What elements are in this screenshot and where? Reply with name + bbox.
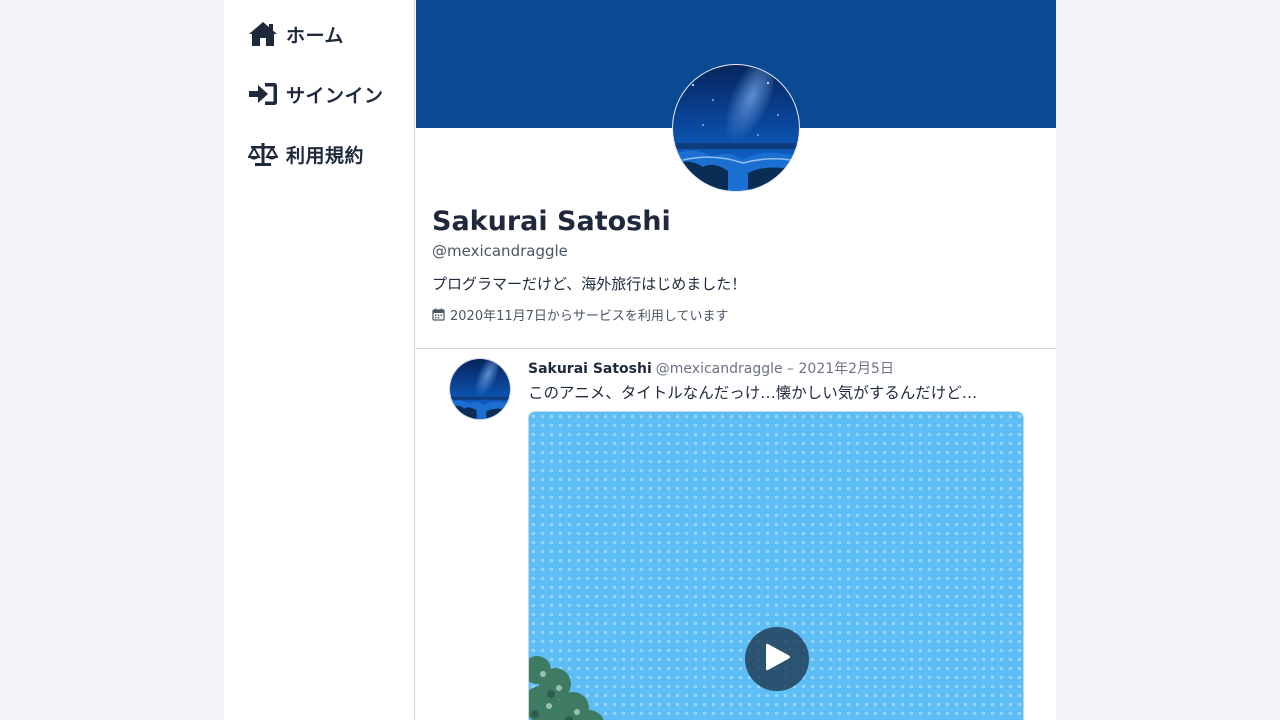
sidebar-item-label: サインイン bbox=[286, 84, 384, 107]
tweet-header: Sakurai Satoshi @mexicandraggle – 2021年2月… bbox=[528, 358, 894, 378]
tweet-avatar[interactable] bbox=[449, 358, 511, 420]
sidebar-item-label: ホーム bbox=[286, 24, 344, 47]
sidebar-item-label: 利用規約 bbox=[286, 144, 365, 167]
joined-text: 2020年11月7日からサービスを利用しています bbox=[450, 309, 729, 324]
home-icon bbox=[248, 20, 278, 48]
sidebar: ホーム サインイン 利用規約 bbox=[224, 0, 415, 720]
joined-date: 2020年11月7日からサービスを利用しています bbox=[432, 305, 729, 324]
sidebar-item-signin[interactable]: サインイン bbox=[248, 78, 384, 110]
calendar-icon bbox=[432, 308, 445, 321]
sign-in-icon bbox=[248, 80, 278, 108]
sidebar-item-home[interactable]: ホーム bbox=[248, 18, 344, 50]
scale-icon bbox=[248, 140, 278, 168]
tweet-media[interactable] bbox=[528, 411, 1024, 720]
tweet-text: このアニメ、タイトルなんだっけ…懐かしい気がするんだけど… bbox=[528, 384, 978, 402]
profile-main: Sakurai Satoshi @mexicandraggle プログラマーだけ… bbox=[416, 0, 1056, 720]
play-button[interactable] bbox=[745, 627, 809, 691]
profile-handle: @mexicandraggle bbox=[432, 242, 568, 260]
tweet-meta: @mexicandraggle – 2021年2月5日 bbox=[655, 361, 894, 377]
tweet-author[interactable]: Sakurai Satoshi bbox=[528, 361, 652, 377]
sidebar-item-terms[interactable]: 利用規約 bbox=[248, 138, 364, 170]
profile-name: Sakurai Satoshi bbox=[432, 206, 671, 237]
profile-avatar[interactable] bbox=[672, 64, 800, 192]
app-shell: ホーム サインイン 利用規約 Sakurai Satoshi @mexicand… bbox=[224, 0, 1056, 720]
divider bbox=[416, 348, 1056, 349]
profile-bio: プログラマーだけど、海外旅行はじめました！ bbox=[432, 275, 747, 293]
play-icon bbox=[763, 641, 791, 677]
